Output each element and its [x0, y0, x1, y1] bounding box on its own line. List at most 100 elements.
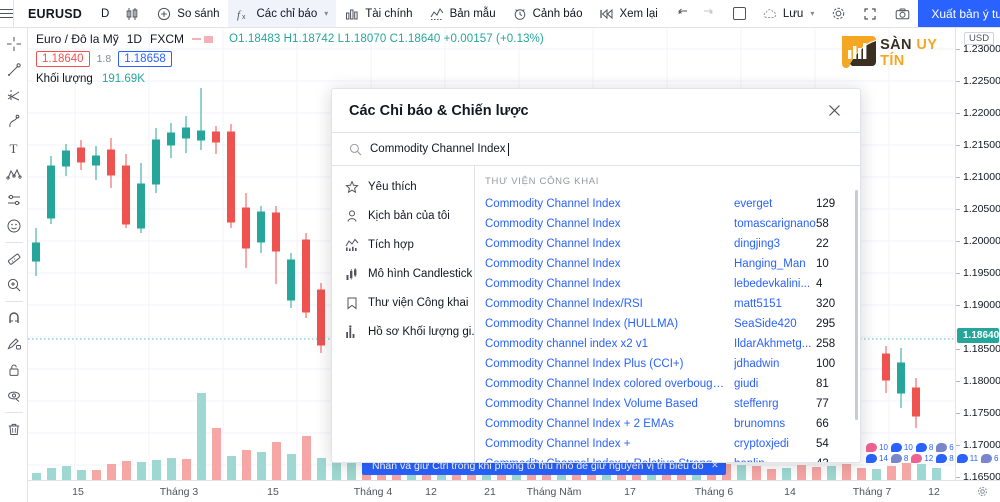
script-name[interactable]: Commodity Channel Index Plus (CCI+) [485, 358, 734, 370]
chevron-down-icon[interactable]: ▾ [810, 9, 814, 18]
script-name[interactable]: Commodity Channel Index colored overboug… [485, 378, 734, 390]
script-author[interactable]: matt5151 [734, 298, 816, 310]
templates-button[interactable]: Bản mẫu [421, 0, 504, 27]
list-item[interactable]: Commodity Channel Index Hanging_Man 10 [475, 254, 860, 274]
script-author[interactable]: Hanging_Man [734, 258, 816, 270]
nav-item-public-library[interactable]: Thư viện Công khai [332, 288, 474, 317]
fullscreen-button[interactable] [854, 0, 886, 27]
list-item[interactable]: Commodity Channel Index + Relative Stren… [475, 454, 860, 462]
script-name[interactable]: Commodity Channel Index (HULLMA) [485, 318, 734, 330]
script-author[interactable]: cryptoxjedi [734, 438, 816, 450]
script-name[interactable]: Commodity Channel Index [485, 218, 734, 230]
indicators-button[interactable]: f x Các chỉ báo ▾ [227, 0, 337, 27]
script-name[interactable]: Commodity Channel Index Volume Based [485, 398, 734, 410]
compare-button[interactable]: So sánh [148, 0, 227, 27]
nav-item-candlestick-patterns[interactable]: Mô hình Candlestick [332, 259, 474, 288]
search-row[interactable]: Commodity Channel Index [332, 133, 860, 166]
reaction-badge[interactable]: 11 [956, 454, 978, 463]
chart-style-button[interactable] [116, 0, 148, 27]
list-item[interactable]: Commodity Channel Index/RSI matt5151 320 [475, 294, 860, 314]
trend-line-icon[interactable] [1, 57, 27, 83]
settings-button[interactable] [822, 0, 854, 27]
list-item[interactable]: Commodity Channel Index Volume Based ste… [475, 394, 860, 414]
snapshot-button[interactable] [886, 0, 918, 27]
emoji-icon[interactable] [1, 213, 27, 239]
brush-icon[interactable] [1, 109, 27, 135]
script-name[interactable]: Commodity Channel Index + 2 EMAs [485, 418, 734, 430]
reaction-badge[interactable]: 10 [866, 443, 888, 452]
script-name[interactable]: Commodity Channel Index [485, 198, 734, 210]
list-item[interactable]: Commodity channel index x2 v1 IldarAkhme… [475, 334, 860, 354]
reaction-badge[interactable]: 10 [890, 443, 913, 452]
reaction-badge[interactable]: 14 [866, 454, 888, 463]
script-author[interactable]: henlin [734, 458, 816, 462]
reaction-badge[interactable]: 12 [911, 454, 933, 463]
script-name[interactable]: Commodity Channel Index [485, 238, 734, 250]
reaction-badge[interactable]: 8 [915, 443, 933, 452]
pattern-icon[interactable] [1, 161, 27, 187]
hamburger-icon[interactable] [0, 0, 14, 27]
script-author[interactable]: SeaSide420 [734, 318, 816, 330]
crosshair-icon[interactable] [1, 31, 27, 57]
list-item[interactable]: Commodity Channel Index Plus (CCI+) jdha… [475, 354, 860, 374]
script-author[interactable]: dingjing3 [734, 238, 816, 250]
pencil-lock-icon[interactable] [1, 331, 27, 357]
nav-item-my-scripts[interactable]: Kịch bản của tôi [332, 201, 474, 230]
script-author[interactable]: steffenrg [734, 398, 816, 410]
nav-item-integrations[interactable]: Tích hợp [332, 230, 474, 259]
financials-button[interactable]: Tài chính [336, 0, 420, 27]
close-icon[interactable] [824, 101, 844, 121]
save-button[interactable]: Lưu ▾ [754, 0, 823, 27]
reaction-badge[interactable]: 6 [936, 443, 954, 452]
search-input[interactable]: Commodity Channel Index [370, 143, 509, 156]
reaction-badges[interactable]: 10 10 8 6 14 8 12 8 11 6 [866, 443, 998, 465]
measure-icon[interactable] [1, 187, 27, 213]
indicators-dialog[interactable]: Các Chỉ báo & Chiến lược Commodity Chann… [331, 88, 861, 463]
script-author[interactable]: giudi [734, 378, 816, 390]
chevron-down-icon[interactable]: ▾ [324, 9, 328, 18]
publish-idea-button[interactable]: Xuất bản ý tưởng [918, 0, 1000, 27]
ruler-icon[interactable] [1, 246, 27, 272]
undo-arrow-icon[interactable] [675, 6, 691, 22]
nav-item-volume-profile[interactable]: Hồ sơ Khối lượng gi... [332, 317, 474, 346]
script-author[interactable]: jdhadwin [734, 358, 816, 370]
text-icon[interactable]: T [1, 135, 27, 161]
layout-button[interactable] [725, 0, 754, 27]
list-item[interactable]: Commodity Channel Index + cryptoxjedi 54 [475, 434, 860, 454]
ask-price[interactable]: 1.18658 [118, 51, 172, 67]
time-axis-settings-gear-icon[interactable] [977, 486, 988, 500]
reaction-badge[interactable]: 6 [981, 454, 998, 463]
results-scrollbar[interactable] [855, 190, 858, 420]
script-author[interactable]: IldarAkhmetg... [734, 338, 816, 350]
list-item[interactable]: Commodity Channel Index (HULLMA) SeaSide… [475, 314, 860, 334]
trash-icon[interactable] [1, 416, 27, 442]
script-author[interactable]: tomascarignano [734, 218, 816, 230]
list-item[interactable]: Commodity Channel Index colored overboug… [475, 374, 860, 394]
nav-item-favorites[interactable]: Yêu thích [332, 172, 474, 201]
magnet-icon[interactable] [1, 305, 27, 331]
script-author[interactable]: brunomns [734, 418, 816, 430]
script-name[interactable]: Commodity Channel Index/RSI [485, 298, 734, 310]
redo-arrow-icon[interactable] [700, 6, 716, 22]
script-name[interactable]: Commodity Channel Index [485, 278, 734, 290]
reaction-badge[interactable]: 8 [890, 454, 908, 463]
symbol-button[interactable]: EURUSD [14, 7, 94, 21]
bid-price[interactable]: 1.18640 [36, 51, 90, 67]
replay-button[interactable]: Xem lại [590, 0, 665, 27]
time-axis[interactable]: 15 Tháng 3 15 Tháng 4 12 21 Tháng Năm 17… [28, 480, 1000, 502]
list-item[interactable]: Commodity Channel Index + 2 EMAs brunomn… [475, 414, 860, 434]
alerts-button[interactable]: Cảnh báo [504, 0, 591, 27]
eye-hide-icon[interactable] [1, 383, 27, 409]
list-item[interactable]: Commodity Channel Index lebedevkalini...… [475, 274, 860, 294]
script-name[interactable]: Commodity Channel Index [485, 258, 734, 270]
list-item[interactable]: Commodity Channel Index everget 129 [475, 194, 860, 214]
list-item[interactable]: Commodity Channel Index tomascarignano 5… [475, 214, 860, 234]
script-name[interactable]: Commodity Channel Index + [485, 438, 734, 450]
reaction-badge[interactable]: 8 [936, 454, 954, 463]
script-name[interactable]: Commodity Channel Index + Relative Stren… [485, 458, 734, 462]
zoom-in-icon[interactable] [1, 272, 27, 298]
results-list[interactable]: THƯ VIỆN CÔNG KHAI Commodity Channel Ind… [475, 166, 860, 462]
script-name[interactable]: Commodity channel index x2 v1 [485, 338, 734, 350]
list-item[interactable]: Commodity Channel Index dingjing3 22 [475, 234, 860, 254]
price-axis[interactable]: USD 1.23000 1.22500 1.22000 1.21500 1.21… [955, 28, 1000, 502]
